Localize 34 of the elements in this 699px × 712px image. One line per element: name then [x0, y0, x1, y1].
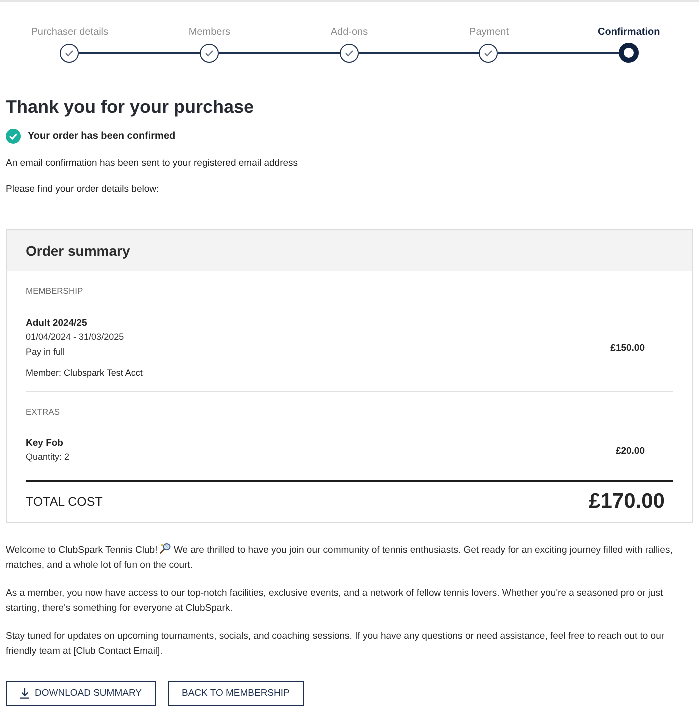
download-icon — [20, 688, 30, 699]
section-heading: EXTRAS — [26, 406, 62, 418]
info-text: Please find your order details below: — [6, 183, 160, 197]
download-button[interactable]: DOWNLOAD SUMMARY — [6, 681, 156, 706]
check-icon — [204, 50, 214, 56]
item-name: Adult 2024/25 — [26, 317, 88, 330]
check-icon — [64, 50, 74, 56]
step-label: Add-ons — [330, 26, 370, 40]
step-label: Confirmation — [596, 26, 662, 40]
section-heading: MEMBERSHIP — [26, 285, 84, 297]
item-price: £20.00 — [616, 446, 645, 456]
item-price: £150.00 — [610, 343, 645, 354]
back-button[interactable]: BACK TO MEMBERSHIP — [168, 681, 304, 706]
confirmation-message: Your order has been confirmed — [28, 130, 176, 142]
step-label: Payment — [468, 26, 510, 40]
item-name: Key Fob — [26, 437, 64, 450]
racket-icon — [160, 543, 172, 554]
info-text: An email confirmation has been sent to your registered email address — [6, 157, 300, 171]
step-label: Members — [188, 26, 232, 40]
member-name: Member: Clubspark Test Acct — [26, 367, 144, 380]
check-icon — [344, 50, 354, 56]
welcome-paragraph: Stay tuned for updates on upcoming tournaments, socials, and coaching sessions. If you have any questions or need assistance, feel free to reach out to our friendly team at [Club Contact Email]. — [6, 630, 666, 659]
item-detail: 01/04/2024 - 31/03/2025 — [26, 331, 126, 344]
item-detail: Pay in full — [26, 346, 66, 359]
total-label: TOTAL COST — [26, 495, 103, 509]
step-label: Purchaser details — [30, 26, 110, 40]
card-title: Order summary — [26, 242, 130, 258]
page-heading: Thank you for your purchase — [6, 96, 256, 119]
item-detail: Quantity: 2 — [26, 451, 71, 464]
check-circle-icon — [6, 128, 21, 144]
welcome-paragraph: As a member, you now have access to our top-notch facilities, exclusive events, and a network of fellow tennis lovers. Whether you're a seasoned pro or just starting, there's something for everyone at ClubSpark. — [6, 587, 664, 616]
welcome-paragraph: Welcome to ClubSpark Tennis Club! We are thrilled to have you join our community of tennis enthusiasts. Get ready for an exciting journey filled with rallies, matches, and a whole lot of fun on the court. — [6, 543, 674, 573]
check-icon — [484, 50, 494, 56]
total-amount: £170.00 — [589, 490, 665, 514]
